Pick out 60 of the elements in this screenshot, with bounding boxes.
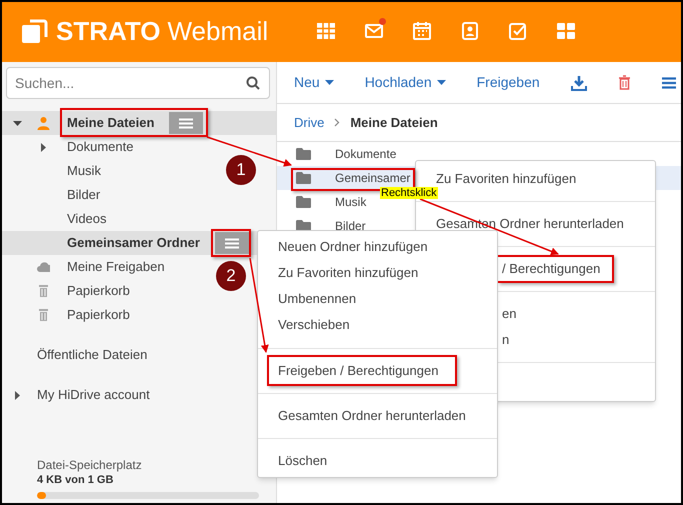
person-icon [36, 116, 50, 130]
tree-item[interactable]: Papierkorb [67, 281, 130, 301]
tree-item[interactable]: Meine Dateien [67, 113, 154, 133]
file-name[interactable]: Gemeinsamer [335, 169, 410, 187]
breadcrumb-link[interactable]: Drive [294, 112, 324, 132]
dropdown-button[interactable]: Neu [294, 72, 334, 93]
caret-right-icon[interactable] [12, 390, 22, 400]
cloud-icon [36, 260, 50, 274]
search-icon[interactable] [246, 76, 260, 90]
dropdown-button[interactable]: Hochladen [364, 72, 446, 93]
sidebar-link[interactable]: Öffentliche Dateien [37, 345, 148, 365]
search-field[interactable]: Suchen... [6, 67, 270, 99]
menu-icon [224, 238, 239, 248]
caret-down-icon[interactable] [12, 118, 22, 128]
file-name[interactable]: Dokumente [335, 145, 396, 163]
logo-brand: STRATO [56, 18, 160, 44]
mail-icon[interactable] [364, 21, 384, 41]
breadcrumb-current: Meine Dateien [350, 114, 438, 132]
tree-item[interactable]: Papierkorb [67, 305, 130, 325]
file-name[interactable]: Musik [335, 193, 366, 211]
trash-icon [36, 308, 50, 322]
tree-item[interactable]: Bilder [67, 185, 100, 205]
tree-item[interactable]: Musik [67, 161, 101, 181]
menu-icon [179, 118, 194, 128]
logo-icon [22, 17, 50, 45]
storage-value: 4 KB von 1 GB [37, 473, 114, 488]
tree-item[interactable]: Videos [67, 209, 107, 229]
caret-down-icon [436, 80, 446, 86]
tree-item[interactable]: Meine Freigaben [67, 257, 165, 277]
menu-button[interactable] [214, 232, 249, 254]
trash-icon [36, 284, 50, 298]
tree-row-selected[interactable]: Meine Dateien [0, 111, 276, 135]
grid-icon[interactable] [316, 21, 336, 41]
menu-item[interactable]: Verschieben [258, 312, 497, 338]
tree-item[interactable]: Gemeinsamer Ordner [67, 233, 200, 253]
checkbox-icon[interactable] [508, 21, 528, 41]
caret-down-icon [324, 80, 334, 86]
download-icon[interactable] [570, 74, 587, 90]
menu-button[interactable] [169, 112, 204, 134]
trash-icon[interactable] [618, 75, 631, 90]
highlight-frame [211, 229, 251, 257]
menu-icon[interactable] [662, 76, 676, 88]
sidebar-link[interactable]: My HiDrive account [37, 385, 150, 405]
callout-label: Rechtsklick [380, 187, 438, 199]
folder-icon [296, 148, 311, 160]
logo-product: Webmail [167, 18, 268, 44]
storage-label: Datei-Speicherplatz [37, 458, 143, 473]
toolbar-button[interactable]: Freigeben [476, 72, 540, 93]
menu-item[interactable]: Gesamten Ordner herunterladen [258, 403, 497, 429]
tiles-icon[interactable] [556, 21, 576, 41]
menu-item[interactable]: Löschen [258, 448, 497, 474]
menu-item[interactable]: Zu Favoriten hinzufügen [258, 260, 497, 286]
tree-item[interactable]: Dokumente [67, 137, 134, 157]
calendar-icon[interactable] [412, 21, 432, 41]
menu-item[interactable]: Umbenennen [258, 286, 497, 312]
folder-icon [296, 196, 311, 208]
caret-right-icon[interactable] [38, 142, 48, 152]
contact-card-icon[interactable] [460, 21, 480, 41]
folder-icon [296, 172, 311, 184]
chevron-right-icon [334, 118, 340, 127]
